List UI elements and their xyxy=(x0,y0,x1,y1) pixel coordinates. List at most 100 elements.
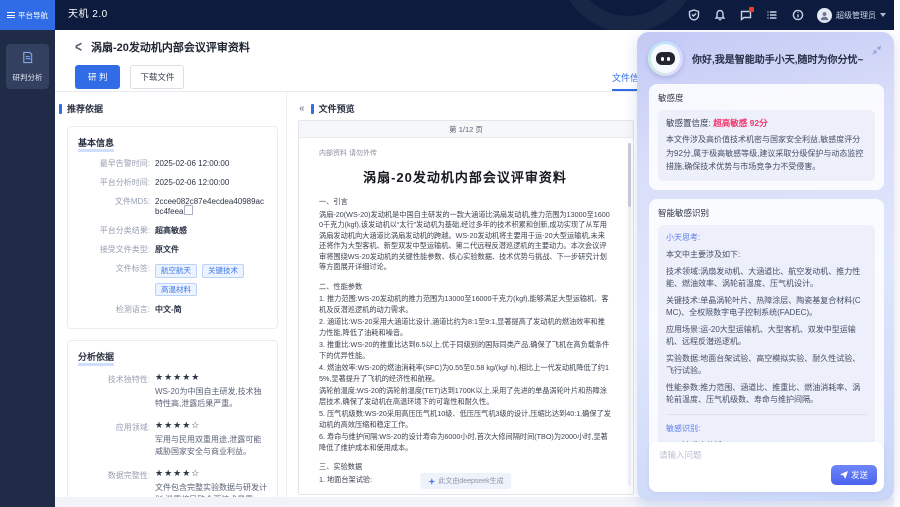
document-body: 内部资料 请勿外传 涡扇-20发动机内部会议评审资料 一、引言涡扇-20(WS-… xyxy=(299,138,627,494)
field-value: 2ccee082c87e4ecdea40989acbc4feea xyxy=(155,197,267,217)
message-icon[interactable] xyxy=(739,9,752,22)
info-field-row: 最早告警时间:2025-02-06 12:00:00 xyxy=(78,159,267,169)
doc-paragraph: 1. 推力范围:WS-20发动机的推力范围为13000至16000千克力(kgf… xyxy=(319,294,611,315)
rating-item: 应用领域: ★★★★☆ 军用与民用双重用途,泄露可能威胁国家安全与商业利益。 xyxy=(78,421,267,458)
notification-badge xyxy=(749,7,754,12)
recognition-card: 智能敏感识别 小天思考: 本文中主要涉及如下: 技术领域:涡扇发动机、大涵道比、航空… xyxy=(649,199,884,472)
app-window: 平台导航 天机 2.0 超级管理员 xyxy=(0,0,900,507)
sensitivity-card-title: 敏感度 xyxy=(658,92,875,104)
rating-description: WS-20为中国自主研发,技术独特性高,泄露后果严重。 xyxy=(155,386,267,410)
doc-scrollbar[interactable] xyxy=(628,143,631,486)
rating-description: 军用与民用双重用途,泄露可能威胁国家安全与商业利益。 xyxy=(155,434,267,458)
star-rating: ★★★★☆ xyxy=(155,421,267,430)
bell-icon[interactable] xyxy=(713,9,726,22)
avatar xyxy=(817,8,832,23)
doc-paragraphs: 一、引言涡扇-20(WS-20)发动机是中国自主研发的一款大涵道比涡扇发动机,推… xyxy=(319,197,611,485)
basic-info-box: 基本信息 最早告警时间:2025-02-06 12:00:00平台分析时间:20… xyxy=(67,126,278,329)
page-title: 涡扇-20发动机内部会议评审资料 xyxy=(91,39,250,55)
doc-paragraph: 5. 压气机级数:WS-20采用高压压气机10级、低压压气机3级的设计,压缩比达… xyxy=(319,409,611,430)
rating-body: ★★★★☆ 文件包含完整实验数据与研发计划,泄露将导致全面技术暴露。 xyxy=(155,469,267,497)
navbar-icon-group: 超级管理员 xyxy=(687,0,886,30)
recognition-card-title: 智能敏感识别 xyxy=(658,207,875,219)
analysis-ratings: 技术独特性:★★★★★WS-20为中国自主研发,技术独特性高,泄露后果严重。应用… xyxy=(78,373,267,497)
analysis-title: 分析依据 xyxy=(78,350,267,363)
document-page: 第 1/12 页 内部资料 请勿外传 涡扇-20发动机内部会议评审资料 一、引言… xyxy=(298,120,634,495)
doc-paragraph: 涡扇-20(WS-20)发动机是中国自主研发的一款大涵道比涡扇发动机,推力范围为… xyxy=(319,210,611,273)
assistant-text-line: 实验数据:地面台架试验、高空模拟实验、耐久性试验、飞行试验。 xyxy=(666,353,867,377)
confidence-line: 敏感置信度: 超高敏感 92分 xyxy=(666,117,867,129)
sensitivity-card: 敏感度 敏感置信度: 超高敏感 92分 本文件涉及高价值技术机密与国家安全利益,… xyxy=(649,84,884,190)
field-label: 平台分析时间: xyxy=(78,178,150,188)
basic-info-fields: 最早告警时间:2025-02-06 12:00:00平台分析时间:2025-02… xyxy=(78,159,267,315)
rating-body: ★★★★☆ 军用与民用双重用途,泄露可能威胁国家安全与商业利益。 xyxy=(155,421,267,458)
section-accent-bar xyxy=(311,104,314,114)
info-field-row: 文件标签: 航空航天关键技术高温材料 xyxy=(78,264,267,296)
shield-icon[interactable] xyxy=(687,9,700,22)
recommendation-panel-title: 推荐依据 xyxy=(59,102,286,115)
doc-title: 涡扇-20发动机内部会议评审资料 xyxy=(319,167,611,186)
user-menu[interactable]: 超级管理员 xyxy=(817,8,886,23)
info-icon[interactable] xyxy=(791,9,804,22)
rating-description: 文件包含完整实验数据与研发计划,泄露将导致全面技术暴露。 xyxy=(155,482,267,497)
file-tag: 关键技术 xyxy=(202,264,244,278)
sidebar-item-label: 研判分析 xyxy=(8,72,47,83)
assistant-greeting-row: 你好,我是智能助手小天,随时为你分忧~ xyxy=(637,32,894,84)
info-field-row: 平台分类结果:超高敏感 xyxy=(78,226,267,236)
rating-body: ★★★★★ WS-20为中国自主研发,技术独特性高,泄露后果严重。 xyxy=(155,373,267,410)
username: 超级管理员 xyxy=(836,10,876,21)
doc-paragraph: 涡轮前温度:WS-20的涡轮前温度(TET)达到1700K以上,采用了先进的单晶… xyxy=(319,386,611,407)
file-preview-title: « 文件预览 xyxy=(299,102,355,115)
analyze-button[interactable]: 研 判 xyxy=(75,65,120,89)
copy-icon[interactable] xyxy=(186,207,193,215)
doc-paragraph: 6. 寿命与维护间隔:WS-20的设计寿命为6000小时,首次大修间隔时间(TB… xyxy=(319,432,611,453)
basic-info-title: 基本信息 xyxy=(78,136,267,149)
rating-label: 数据完整性: xyxy=(78,469,150,497)
star-rating: ★★★★☆ xyxy=(155,469,267,478)
rating-label: 应用领域: xyxy=(78,421,150,458)
platform-nav-toggle[interactable]: 平台导航 xyxy=(0,0,55,30)
back-button[interactable]: < xyxy=(75,39,82,55)
document-analysis-icon xyxy=(21,51,34,64)
send-button[interactable]: 发送 xyxy=(831,465,877,485)
doc-paragraph: 3. 推重比:WS-20的推重比达到6.5以上,优于同级别的国际同类产品,确保了… xyxy=(319,340,611,361)
assistant-text-line: 敏感识别: xyxy=(666,414,867,435)
doc-paragraph: 2. 涵道比:WS-20采用大涵道比设计,涵道比约为8:1至9:1,显著提高了发… xyxy=(319,317,611,338)
collapse-panel-icon[interactable]: « xyxy=(299,105,305,113)
recommendation-panel: 推荐依据 基本信息 最早告警时间:2025-02-06 12:00:00 平台分析… xyxy=(55,92,287,497)
top-navbar: 平台导航 天机 2.0 超级管理员 xyxy=(0,0,900,30)
chat-input[interactable]: 请输入问题 发送 xyxy=(649,442,884,492)
file-tag: 高温材料 xyxy=(155,283,197,297)
collapse-assistant-icon[interactable] xyxy=(872,42,882,60)
list-icon[interactable] xyxy=(765,9,778,22)
recognition-detail: 小天思考: 本文中主要涉及如下: 技术领域:涡扇发动机、大涵道比、航空发动机、推力性… xyxy=(658,225,875,463)
navbar-decoration-ring xyxy=(558,0,698,30)
field-value: 原文件 xyxy=(155,245,179,255)
file-tag: 航空航天 xyxy=(155,264,197,278)
doc-scrollbar-thumb[interactable] xyxy=(628,143,631,207)
ai-assistant-panel: 你好,我是智能助手小天,随时为你分忧~ 敏感度 敏感置信度: 超高敏感 92分 … xyxy=(637,32,894,501)
download-file-button[interactable]: 下载文件 xyxy=(130,65,184,89)
field-label: 文件标签: xyxy=(78,264,150,296)
field-label: 检测语言: xyxy=(78,305,150,315)
section-accent-bar xyxy=(59,104,62,114)
rating-item: 技术独特性:★★★★★WS-20为中国自主研发,技术独特性高,泄露后果严重。 xyxy=(78,373,267,410)
app-title: 天机 2.0 xyxy=(68,0,108,30)
page-indicator: 第 1/12 页 xyxy=(299,121,633,138)
field-label: 文件MD5: xyxy=(78,197,150,217)
field-label: 平台分类结果: xyxy=(78,226,150,236)
star-rating: ★★★★★ xyxy=(155,373,267,382)
breadcrumb: < 涡扇-20发动机内部会议评审资料 xyxy=(75,39,250,55)
assistant-text-line: 性能参数:推力范围、涵道比、推重比、燃油消耗率、涡轮前温度、压气机级数、寿命与维… xyxy=(666,382,867,406)
doc-watermark-note: 内部资料 请勿外传 xyxy=(319,148,611,158)
field-value: 中文-简 xyxy=(155,305,182,315)
assistant-text-line: 小天思考: xyxy=(666,232,867,244)
sensitivity-detail: 敏感置信度: 超高敏感 92分 本文件涉及高价值技术机密与国家安全利益,敏感度评… xyxy=(658,110,875,181)
assistant-text-line: 本文中主要涉及如下: xyxy=(666,249,867,261)
field-label: 最早告警时间: xyxy=(78,159,150,169)
sidebar-item-analysis[interactable]: 研判分析 xyxy=(6,44,49,89)
assistant-text-line: 技术领域:涡扇发动机、大涵道比、航空发动机、推力性能、燃油效率、涡轮前温度、压气… xyxy=(666,266,867,290)
window-edge xyxy=(894,0,900,507)
sensitivity-description: 本文件涉及高价值技术机密与国家安全利益,敏感度评分为92分,属于极高敏感等级,建… xyxy=(666,133,867,174)
doc-paragraph: 4. 燃油效率:WS-20的燃油消耗率(SFC)为0.55至0.58 kg/(k… xyxy=(319,363,611,384)
sparkle-icon xyxy=(428,478,435,485)
